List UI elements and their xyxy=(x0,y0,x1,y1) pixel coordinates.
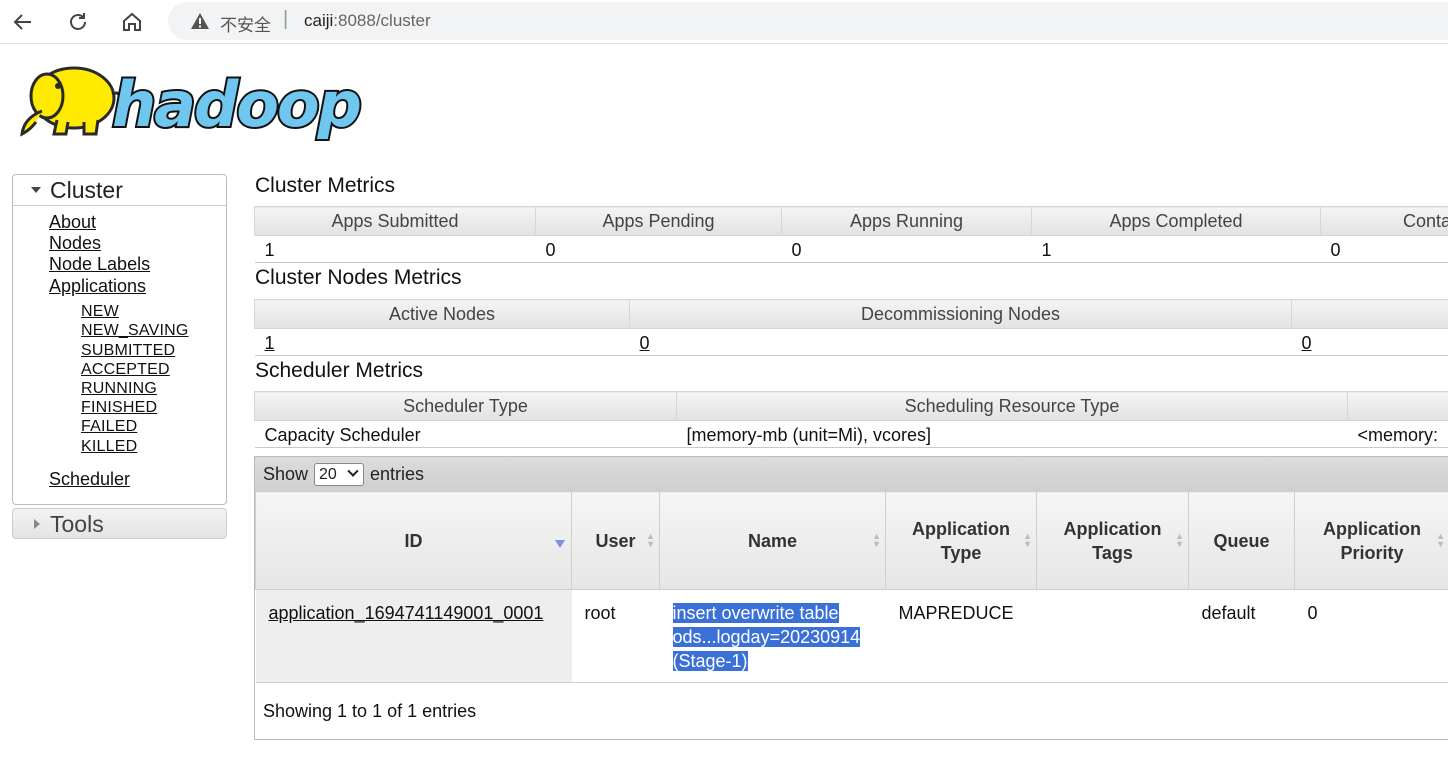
link-active-nodes[interactable]: 1 xyxy=(265,333,275,353)
column-header-application-priority[interactable]: Application Priority ▲ ▼ xyxy=(1294,491,1448,590)
table-info-footer: Showing 1 to 1 of 1 entries xyxy=(263,701,477,721)
reload-icon[interactable] xyxy=(63,8,93,36)
column-header-queue[interactable]: Queue xyxy=(1188,491,1295,590)
nav-link-applications[interactable]: Applications xyxy=(49,276,146,297)
cell-application-priority: 0 xyxy=(1294,589,1448,683)
value-next-scheduler-metric: <memory: xyxy=(1347,420,1448,448)
applications-table: ID User ▲ ▼ Name ▲ ▼ Application Type ▲ ▼ Appl… xyxy=(255,491,1448,683)
value-apps-running: 0 xyxy=(781,235,1032,263)
app-state-submitted[interactable]: SUBMITTED xyxy=(81,342,175,360)
app-state-killed[interactable]: KILLED xyxy=(81,438,137,456)
node-metrics-table: Active Nodes Decommissioning Nodes 1 0 0 xyxy=(254,299,1448,356)
hadoop-logo: hadoop xyxy=(12,56,392,148)
cell-application-type: MAPREDUCE xyxy=(885,589,1037,683)
nav-link-node-labels[interactable]: Node Labels xyxy=(49,254,150,275)
page-size-value: 20 xyxy=(319,466,337,483)
header-next-node-metric xyxy=(1291,299,1448,329)
column-header-id[interactable]: ID xyxy=(255,491,572,590)
cell-name: insert overwrite table ods...logday=2023… xyxy=(659,589,886,683)
applications-panel: Show 20 entries ID User ▲ ▼ Name ▲ ▼ Applica… xyxy=(254,456,1448,740)
cell-id: application_1694741149001_0001 xyxy=(255,589,572,683)
column-header-application-type[interactable]: Application Type ▲ ▼ xyxy=(885,491,1037,590)
cell-application-tags xyxy=(1036,589,1189,683)
app-state-running[interactable]: RUNNING xyxy=(81,380,157,398)
value-scheduler-type: Capacity Scheduler xyxy=(254,420,677,448)
header-apps-pending: Apps Pending xyxy=(535,206,782,236)
page-size-select[interactable]: 20 xyxy=(314,463,364,486)
app-name-line-2: ods...logday=20230914 xyxy=(672,627,861,647)
url-text[interactable]: caiji:8088/cluster xyxy=(304,11,431,31)
cluster-nav-panel: Cluster About Nodes Node Labels Applicat… xyxy=(12,174,227,505)
value-scheduling-resource-type: [memory-mb (unit=Mi), vcores] xyxy=(676,420,1348,448)
expand-triangle-icon[interactable] xyxy=(31,187,41,193)
column-header-user[interactable]: User ▲ ▼ xyxy=(571,491,660,590)
application-id-link[interactable]: application_1694741149001_0001 xyxy=(269,603,544,623)
warning-icon[interactable] xyxy=(190,11,210,31)
app-state-failed[interactable]: FAILED xyxy=(81,418,137,436)
collapsed-triangle-icon[interactable] xyxy=(34,519,40,529)
column-header-name[interactable]: Name ▲ ▼ xyxy=(659,491,886,590)
nav-link-scheduler[interactable]: Scheduler xyxy=(49,469,130,490)
browser-toolbar: 不安全 | caiji:8088/cluster xyxy=(0,0,1448,44)
cluster-nav-header[interactable]: Cluster xyxy=(13,175,226,206)
value-apps-submitted: 1 xyxy=(254,235,536,263)
header-scheduling-resource-type: Scheduling Resource Type xyxy=(676,391,1348,421)
app-state-accepted[interactable]: ACCEPTED xyxy=(81,361,170,379)
value-containers: 0 xyxy=(1320,235,1448,263)
sort-icon: ▲ ▼ xyxy=(1023,531,1032,549)
header-scheduler-type: Scheduler Type xyxy=(254,391,677,421)
applications-toolbar: Show 20 entries xyxy=(255,457,1448,491)
sort-icon: ▲ ▼ xyxy=(646,531,655,549)
scheduler-metrics-table: Scheduler Type Scheduling Resource Type … xyxy=(254,391,1448,448)
cell-user: root xyxy=(571,589,660,683)
app-state-new[interactable]: NEW xyxy=(81,303,119,321)
app-state-new-saving[interactable]: NEW_SAVING xyxy=(81,322,189,340)
sort-icon: ▲ ▼ xyxy=(1436,531,1445,549)
tools-nav-header[interactable]: Tools xyxy=(12,508,227,539)
sort-icon: ▲ ▼ xyxy=(872,531,881,549)
cluster-metrics-title: Cluster Metrics xyxy=(255,174,396,197)
nav-link-nodes[interactable]: Nodes xyxy=(49,233,101,254)
value-apps-pending: 0 xyxy=(535,235,782,263)
header-active-nodes: Active Nodes xyxy=(254,299,630,329)
value-apps-completed: 1 xyxy=(1031,235,1321,263)
header-apps-running: Apps Running xyxy=(781,206,1032,236)
security-label[interactable]: 不安全 xyxy=(220,11,271,36)
chevron-down-icon xyxy=(347,465,359,477)
app-name-line-1: insert overwrite table xyxy=(672,603,839,623)
sort-descending-icon xyxy=(555,540,565,548)
cell-queue: default xyxy=(1188,589,1295,683)
app-name-line-3: (Stage-1) xyxy=(672,651,748,671)
link-next-node-metric[interactable]: 0 xyxy=(1302,333,1312,353)
app-state-finished[interactable]: FINISHED xyxy=(81,399,157,417)
url-separator: | xyxy=(283,8,289,30)
cluster-metrics-table: Apps Submitted Apps Pending Apps Running… xyxy=(254,206,1448,263)
home-icon[interactable] xyxy=(117,8,147,36)
cluster-nav-title[interactable]: Cluster xyxy=(50,177,123,204)
column-header-application-tags[interactable]: Application Tags ▲ ▼ xyxy=(1036,491,1189,590)
node-metrics-title: Cluster Nodes Metrics xyxy=(255,266,462,289)
table-row: application_1694741149001_0001 root inse… xyxy=(255,589,1448,683)
back-arrow-icon[interactable] xyxy=(8,8,38,36)
nav-link-about[interactable]: About xyxy=(49,212,96,233)
scheduler-metrics-title: Scheduler Metrics xyxy=(255,359,424,382)
sort-icon: ▲ ▼ xyxy=(1175,531,1184,549)
tools-nav-title[interactable]: Tools xyxy=(50,511,104,538)
entries-label: entries xyxy=(370,464,425,484)
header-containers: Conta xyxy=(1320,206,1448,236)
address-bar[interactable]: 不安全 | caiji:8088/cluster xyxy=(168,2,1448,40)
header-next-scheduler-metric xyxy=(1347,391,1448,421)
header-apps-completed: Apps Completed xyxy=(1031,206,1321,236)
svg-text:hadoop: hadoop xyxy=(112,68,360,141)
link-decommissioning-nodes[interactable]: 0 xyxy=(640,333,650,353)
show-label: Show xyxy=(263,464,309,484)
header-decommissioning-nodes: Decommissioning Nodes xyxy=(629,299,1292,329)
header-apps-submitted: Apps Submitted xyxy=(254,206,536,236)
